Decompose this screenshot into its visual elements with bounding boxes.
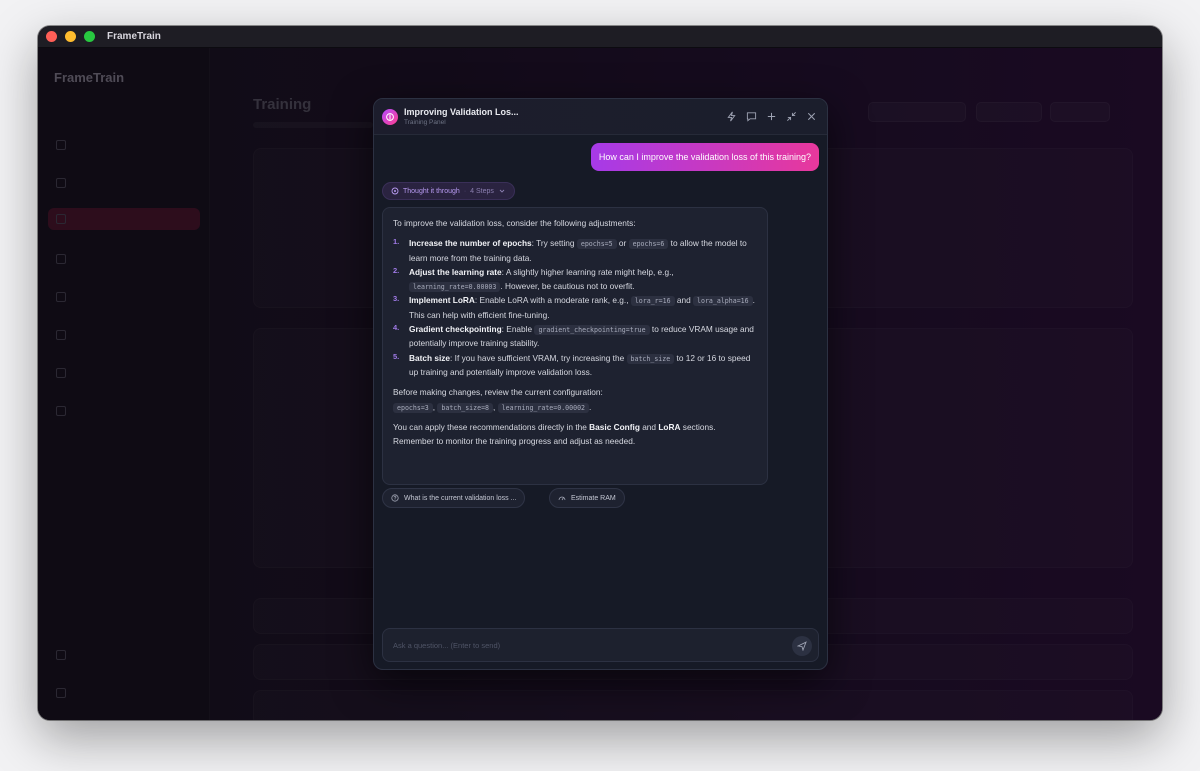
code-snippet: batch_size bbox=[626, 353, 675, 364]
send-button[interactable] bbox=[792, 636, 812, 656]
thought-steps: 4 Steps bbox=[470, 187, 494, 195]
code-snippet: lora_r=16 bbox=[630, 296, 675, 307]
minimize-window-button[interactable] bbox=[65, 31, 76, 42]
zoom-window-button[interactable] bbox=[84, 31, 95, 42]
answer-apply: You can apply these recommendations dire… bbox=[393, 421, 716, 432]
code-snippet: epochs=6 bbox=[628, 239, 669, 250]
code-snippet: epochs=5 bbox=[576, 239, 617, 250]
help-circle-icon bbox=[391, 494, 399, 502]
user-message: How can I improve the validation loss of… bbox=[590, 143, 819, 171]
chat-input[interactable] bbox=[393, 629, 773, 661]
code-snippet: gradient_checkpointing=true bbox=[534, 325, 650, 336]
thought-toggle[interactable]: Thought it through · 4 Steps bbox=[382, 182, 515, 200]
window-title: FrameTrain bbox=[107, 31, 161, 42]
answer-intro: To improve the validation loss, consider… bbox=[393, 218, 636, 228]
thought-label: Thought it through bbox=[403, 187, 460, 195]
thought-separator: · bbox=[463, 187, 467, 195]
code-snippet: epochs=3 bbox=[393, 402, 433, 413]
code-snippet: batch_size=8 bbox=[437, 402, 494, 413]
assistant-avatar-icon bbox=[382, 109, 398, 125]
list-item: 4. Gradient checkpointing: Enable gradie… bbox=[393, 323, 754, 349]
send-icon bbox=[797, 641, 807, 651]
chat-icon[interactable] bbox=[745, 110, 757, 122]
shrink-icon[interactable] bbox=[785, 110, 797, 122]
panel-title: Improving Validation Los... bbox=[404, 107, 519, 117]
gauge-icon bbox=[558, 496, 566, 501]
close-icon[interactable] bbox=[805, 110, 817, 122]
answer-review: Before making changes, review the curren… bbox=[393, 387, 603, 398]
thought-icon bbox=[391, 187, 399, 195]
suggestion-chip-estimate-ram[interactable]: Estimate RAM bbox=[549, 488, 625, 508]
list-item: 3. Implement LoRA: Enable LoRA with a mo… bbox=[393, 294, 755, 320]
title-bar: FrameTrain bbox=[38, 26, 1162, 48]
plus-icon[interactable] bbox=[765, 110, 777, 122]
panel-header: Improving Validation Los... Training Pan… bbox=[374, 99, 827, 135]
list-item: 5. Batch size: If you have sufficient VR… bbox=[393, 351, 751, 377]
assistant-panel: Improving Validation Los... Training Pan… bbox=[373, 98, 828, 670]
current-config: epochs=3, batch_size=8, learning_rate=0.… bbox=[393, 400, 757, 414]
close-window-button[interactable] bbox=[46, 31, 57, 42]
answer-remember: Remember to monitor the training progres… bbox=[393, 436, 636, 447]
panel-subtitle: Training Panel bbox=[404, 119, 446, 126]
suggestion-chip-validation-loss[interactable]: What is the current validation loss ... bbox=[382, 488, 526, 508]
list-item: 1. Increase the number of epochs: Try se… bbox=[393, 237, 747, 263]
recommendation-list: 1. Increase the number of epochs: Try se… bbox=[393, 236, 757, 379]
app-window: FrameTrain FrameTrain Training Improving… bbox=[38, 26, 1162, 720]
code-snippet: lora_alpha=16 bbox=[693, 296, 753, 307]
list-item: 2. Adjust the learning rate: A slightly … bbox=[393, 265, 674, 293]
chevron-down-icon bbox=[499, 189, 505, 193]
chat-input-container bbox=[382, 628, 819, 662]
code-snippet: learning_rate=0.00002 bbox=[497, 402, 590, 413]
bolt-icon[interactable] bbox=[725, 110, 737, 122]
assistant-message: To improve the validation loss, consider… bbox=[382, 207, 768, 485]
code-snippet: learning_rate=0.00003 bbox=[409, 282, 501, 293]
panel-toolbar bbox=[725, 110, 817, 122]
